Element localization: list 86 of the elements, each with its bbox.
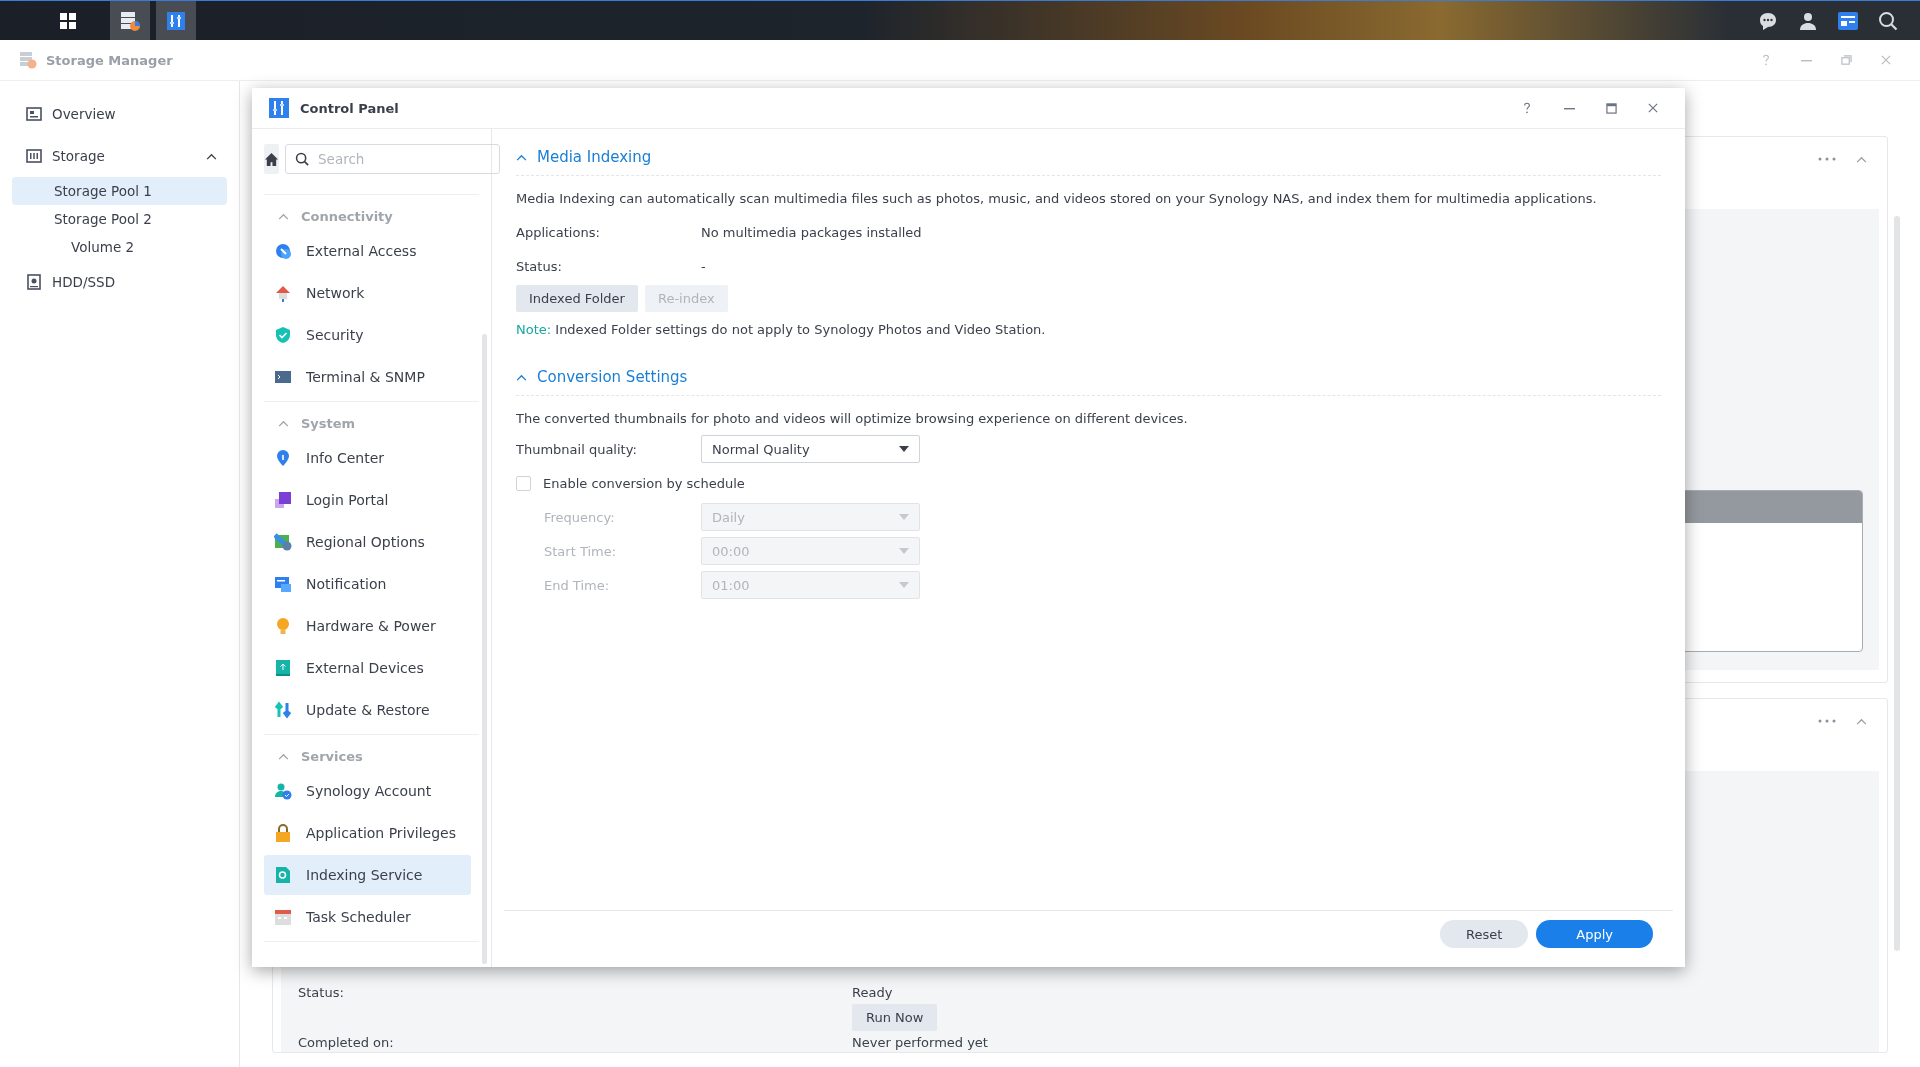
- sidebar-item[interactable]: Storage Pool 1: [12, 177, 227, 205]
- section-title[interactable]: Media Indexing: [537, 148, 652, 166]
- app-icon: [274, 824, 292, 842]
- app-icon: [274, 533, 292, 551]
- field-value: Never performed yet: [852, 1035, 988, 1050]
- reset-button[interactable]: Reset: [1439, 920, 1529, 948]
- sidebar-item[interactable]: Synology Account: [264, 771, 471, 811]
- collapse-icon[interactable]: [516, 373, 527, 381]
- control-panel-icon[interactable]: [156, 0, 196, 41]
- sidebar-item[interactable]: External Access: [264, 231, 471, 271]
- caret-icon: [899, 582, 909, 588]
- indexed-folder-button[interactable]: Indexed Folder: [516, 285, 638, 312]
- field-label: Status:: [516, 258, 563, 274]
- sidebar-item[interactable]: Network: [264, 273, 471, 313]
- group-heading: System: [301, 415, 356, 431]
- sidebar-item[interactable]: Security: [264, 315, 471, 355]
- field-label: End Time:: [543, 577, 611, 593]
- checkbox[interactable]: [516, 475, 531, 491]
- sidebar-item[interactable]: Login Portal: [264, 480, 471, 520]
- app-icon: [274, 908, 292, 926]
- storage-stack-icon: [18, 50, 38, 70]
- window-title: Storage Manager: [46, 52, 174, 68]
- field-value: No multimedia packages installed: [701, 224, 922, 240]
- storage-columns-icon: [26, 148, 42, 164]
- run-now-button[interactable]: Run Now: [852, 1004, 938, 1031]
- app-icon: [274, 242, 292, 260]
- checkbox-label: Enable conversion by schedule: [543, 475, 745, 491]
- caret-icon: [899, 514, 909, 520]
- sidebar-item[interactable]: Hardware & Power: [264, 606, 471, 646]
- sidebar-item[interactable]: Overview: [12, 93, 227, 135]
- caret-icon: [899, 446, 909, 452]
- window-title: Control Panel: [300, 100, 400, 116]
- group-heading: Connectivity: [301, 208, 393, 224]
- app-icon: [274, 575, 292, 593]
- sidebar-item[interactable]: Task Scheduler: [264, 897, 471, 937]
- home-button[interactable]: [264, 144, 279, 174]
- app-icon: [274, 368, 292, 386]
- more-icon[interactable]: [1818, 719, 1836, 723]
- app-icon: [274, 326, 292, 344]
- more-icon[interactable]: [1818, 157, 1836, 161]
- note: Note: Indexed Folder settings do not apply to Synology Photos and Video Station.: [516, 322, 1047, 337]
- control-panel-icon: [268, 97, 290, 119]
- sidebar-item[interactable]: Notification: [264, 564, 471, 604]
- app-icon: [274, 866, 292, 884]
- field-label: Start Time:: [543, 543, 618, 559]
- quality-dropdown[interactable]: Normal Quality: [701, 435, 920, 463]
- collapse-icon[interactable]: [206, 152, 217, 160]
- field-value: Ready: [852, 985, 893, 1000]
- app-icon: [274, 701, 292, 719]
- field-label: Applications:: [516, 224, 601, 240]
- sidebar-item[interactable]: Info Center: [264, 438, 471, 478]
- search-icon: [295, 152, 309, 166]
- sidebar-item[interactable]: Terminal & SNMP: [264, 357, 471, 397]
- group-heading: Services: [301, 748, 363, 764]
- field-label: Completed on:: [298, 1035, 395, 1050]
- home-icon: [264, 151, 279, 167]
- app-icon: [274, 659, 292, 677]
- app-icon: [274, 284, 292, 302]
- sidebar-item[interactable]: Volume 2: [12, 233, 227, 261]
- apply-button[interactable]: Apply: [1536, 920, 1653, 948]
- sidebar-item[interactable]: Regional Options: [264, 522, 471, 562]
- section-title[interactable]: Conversion Settings: [537, 368, 688, 386]
- scrollbar[interactable]: [1894, 216, 1900, 951]
- sidebar-item[interactable]: Application Privileges: [264, 813, 471, 853]
- sidebar-item[interactable]: Storage Pool 2: [12, 205, 227, 233]
- collapse-icon[interactable]: [516, 153, 527, 161]
- app-icon: [274, 449, 292, 467]
- sidebar-item[interactable]: External Devices: [264, 648, 471, 688]
- sidebar-item[interactable]: Update & Restore: [264, 690, 471, 730]
- sidebar-item[interactable]: Indexing Service: [264, 855, 471, 895]
- field-label: Frequency:: [543, 509, 616, 525]
- description: Media Indexing can automatically scan multimedia files such as photos, music, and videos stored on your Synology NAS, and index them for multimedia applications.: [516, 190, 1598, 208]
- app-icon: [274, 782, 292, 800]
- field-label: Thumbnail quality:: [516, 441, 638, 457]
- scrollbar[interactable]: [482, 334, 487, 964]
- overview-icon: [26, 106, 42, 122]
- app-icon: [274, 491, 292, 509]
- field-value: -: [701, 258, 706, 274]
- description: The converted thumbnails for photo and videos will optimize browsing experience on different devices.: [516, 410, 1189, 428]
- search-field[interactable]: Search: [285, 144, 500, 174]
- sidebar-item[interactable]: Storage: [12, 135, 227, 177]
- caret-icon: [899, 548, 909, 554]
- storage-stack-icon[interactable]: [110, 0, 150, 41]
- field-label: Status:: [298, 985, 345, 1000]
- sidebar-item[interactable]: HDD/SSD: [12, 261, 227, 303]
- app-icon: [274, 617, 292, 635]
